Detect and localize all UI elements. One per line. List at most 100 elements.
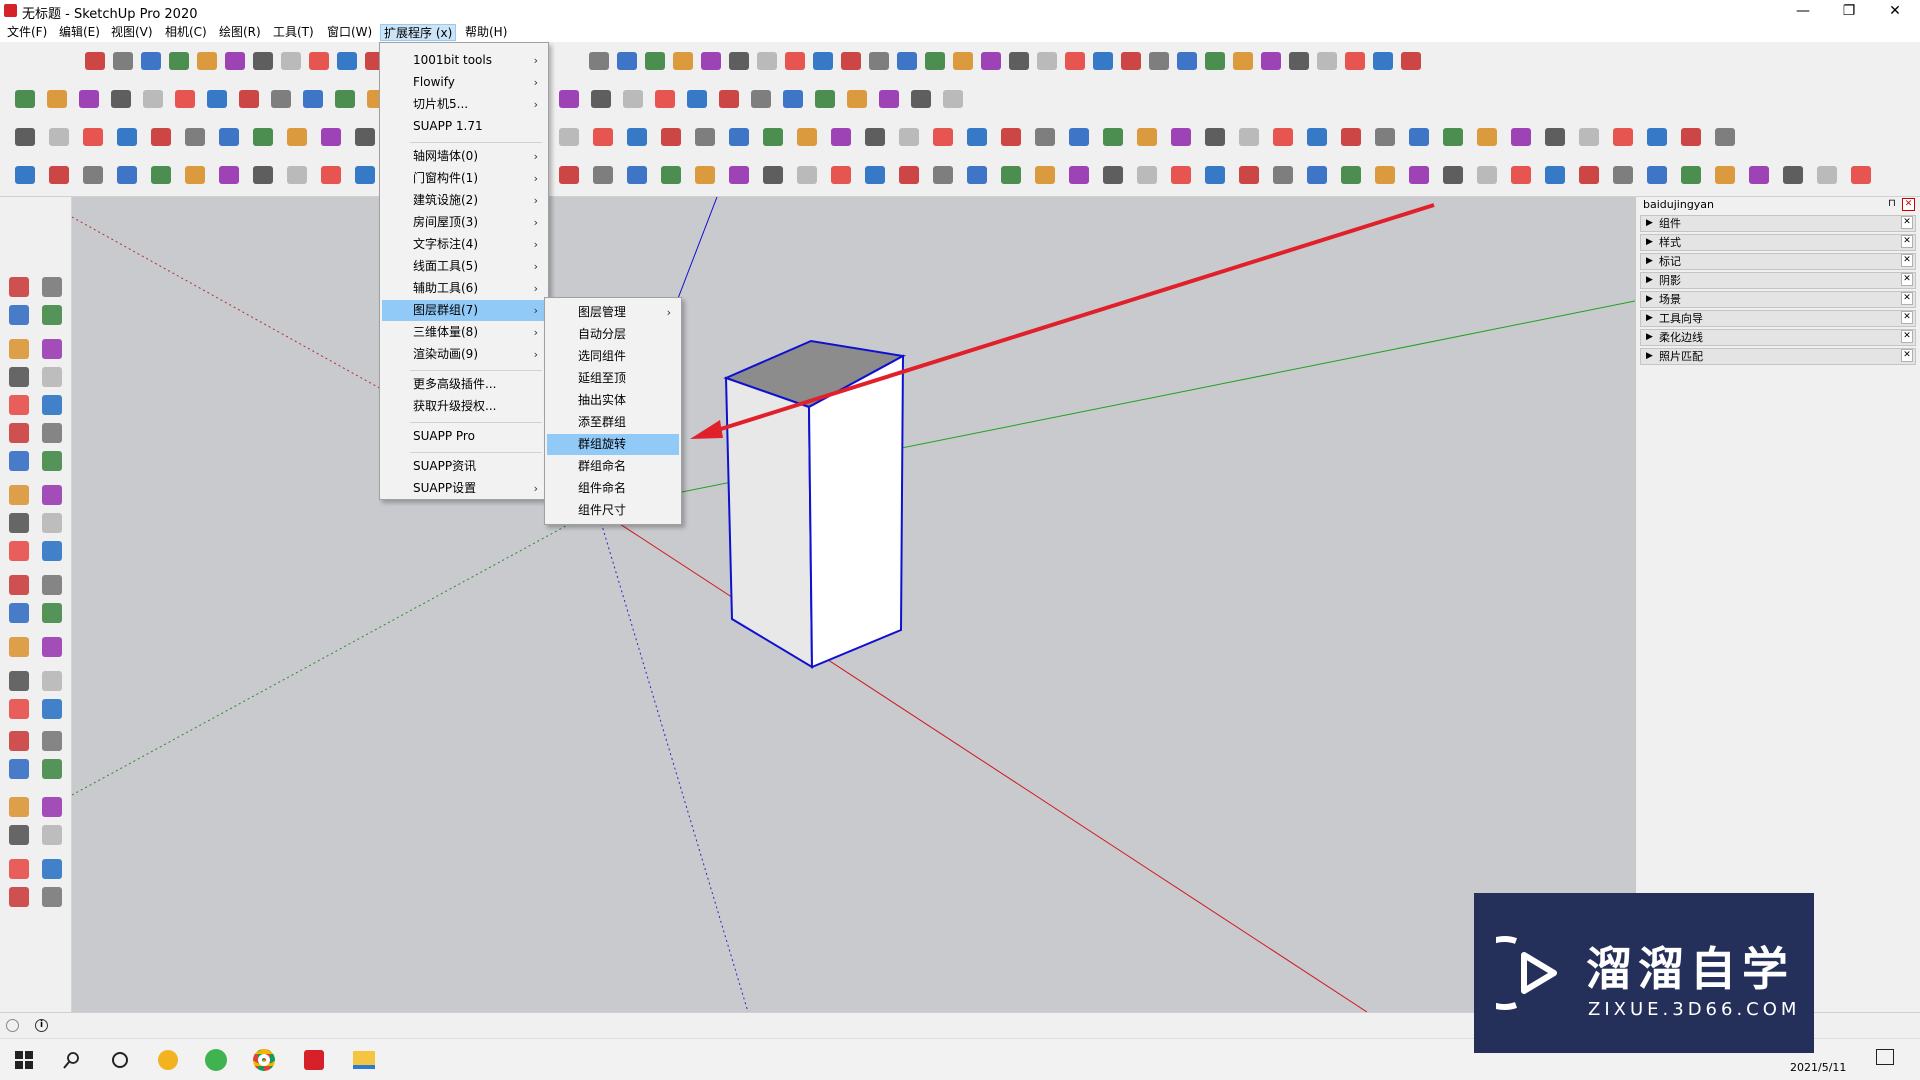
left-tool-icon[interactable] bbox=[38, 793, 66, 821]
menu-help[interactable]: 帮助(H) bbox=[462, 24, 510, 41]
toolbar-tool-icon[interactable] bbox=[110, 48, 136, 74]
toolbar-tool-icon[interactable] bbox=[332, 86, 358, 112]
left-tool-icon[interactable] bbox=[5, 301, 33, 329]
toolbar-tool-icon[interactable] bbox=[896, 162, 922, 188]
toolbar-tool-icon[interactable] bbox=[1066, 162, 1092, 188]
toolbar-tool-icon[interactable] bbox=[642, 48, 668, 74]
toolbar-tool-icon[interactable] bbox=[1202, 48, 1228, 74]
toolbar-tool-icon[interactable] bbox=[204, 86, 230, 112]
toolbar-tool-icon[interactable] bbox=[80, 162, 106, 188]
submenu-item-extend-group-top[interactable]: 延组至顶 bbox=[547, 368, 679, 389]
tray-panel-shadows[interactable]: ▶ 阴影 ✕ bbox=[1640, 272, 1916, 289]
toolbar-tool-icon[interactable] bbox=[182, 162, 208, 188]
toolbar-tool-icon[interactable] bbox=[80, 124, 106, 150]
left-tool-icon[interactable] bbox=[38, 695, 66, 723]
toolbar-tool-icon[interactable] bbox=[862, 162, 888, 188]
toolbar-tool-icon[interactable] bbox=[268, 86, 294, 112]
left-tool-icon[interactable] bbox=[5, 447, 33, 475]
toolbar-tool-icon[interactable] bbox=[588, 86, 614, 112]
toolbar-tool-icon[interactable] bbox=[930, 162, 956, 188]
menu-item-3d-volume[interactable]: 三维体量(8) › bbox=[382, 322, 546, 343]
toolbar-tool-icon[interactable] bbox=[922, 48, 948, 74]
toolbar-tool-icon[interactable] bbox=[1746, 162, 1772, 188]
left-tool-icon[interactable] bbox=[38, 447, 66, 475]
toolbar-tool-icon[interactable] bbox=[1066, 124, 1092, 150]
toolbar-tool-icon[interactable] bbox=[1100, 124, 1126, 150]
toolbar-tool-icon[interactable] bbox=[300, 86, 326, 112]
toolbar-tool-icon[interactable] bbox=[950, 48, 976, 74]
toolbar-tool-icon[interactable] bbox=[1372, 124, 1398, 150]
toolbar-tool-icon[interactable] bbox=[148, 162, 174, 188]
close-button[interactable]: ✕ bbox=[1872, 0, 1918, 22]
toolbar-tool-icon[interactable] bbox=[556, 162, 582, 188]
sketchup-taskbar-icon[interactable] bbox=[298, 1045, 330, 1075]
toolbar-tool-icon[interactable] bbox=[1230, 48, 1256, 74]
left-tool-icon[interactable] bbox=[5, 821, 33, 849]
notification-icon[interactable] bbox=[1876, 1049, 1894, 1065]
toolbar-tool-icon[interactable] bbox=[1406, 162, 1432, 188]
toolbar-tool-icon[interactable] bbox=[1032, 124, 1058, 150]
toolbar-tool-icon[interactable] bbox=[82, 48, 108, 74]
toolbar-tool-icon[interactable] bbox=[726, 48, 752, 74]
toolbar-tool-icon[interactable] bbox=[148, 124, 174, 150]
menu-item-upgrade-license[interactable]: 获取升级授权... bbox=[382, 396, 546, 417]
toolbar-tool-icon[interactable] bbox=[216, 124, 242, 150]
toolbar-tool-icon[interactable] bbox=[1406, 124, 1432, 150]
tray-panel-scenes[interactable]: ▶ 场景 ✕ bbox=[1640, 291, 1916, 308]
toolbar-tool-icon[interactable] bbox=[844, 86, 870, 112]
left-tool-icon[interactable] bbox=[5, 727, 33, 755]
toolbar-tool-icon[interactable] bbox=[1370, 48, 1396, 74]
toolbar-tool-icon[interactable] bbox=[1508, 124, 1534, 150]
toolbar-tool-icon[interactable] bbox=[216, 162, 242, 188]
toolbar-tool-icon[interactable] bbox=[652, 86, 678, 112]
left-tool-icon[interactable] bbox=[5, 391, 33, 419]
toolbar-tool-icon[interactable] bbox=[1062, 48, 1088, 74]
toolbar-tool-icon[interactable] bbox=[284, 162, 310, 188]
toolbar-tool-icon[interactable] bbox=[138, 48, 164, 74]
toolbar-tool-icon[interactable] bbox=[692, 162, 718, 188]
toolbar-tool-icon[interactable] bbox=[46, 124, 72, 150]
toolbar-tool-icon[interactable] bbox=[1678, 162, 1704, 188]
menu-extensions[interactable]: 扩展程序 (x) bbox=[380, 24, 457, 41]
submenu-item-group-name[interactable]: 群组命名 bbox=[547, 456, 679, 477]
toolbar-tool-icon[interactable] bbox=[782, 48, 808, 74]
toolbar-tool-icon[interactable] bbox=[334, 48, 360, 74]
toolbar-tool-icon[interactable] bbox=[978, 48, 1004, 74]
restore-button[interactable]: ❐ bbox=[1826, 0, 1872, 22]
toolbar-tool-icon[interactable] bbox=[838, 48, 864, 74]
left-tool-icon[interactable] bbox=[5, 509, 33, 537]
tray-pin-icon[interactable]: ⊓ bbox=[1888, 198, 1896, 209]
menu-item-room-roof[interactable]: 房间屋顶(3) › bbox=[382, 212, 546, 233]
toolbar-tool-icon[interactable] bbox=[1712, 162, 1738, 188]
panel-close-icon[interactable]: ✕ bbox=[1901, 311, 1913, 324]
tray-panel-match-photo[interactable]: ▶ 照片匹配 ✕ bbox=[1640, 348, 1916, 365]
left-tool-icon[interactable] bbox=[38, 821, 66, 849]
toolbar-tool-icon[interactable] bbox=[1610, 124, 1636, 150]
menu-item-line-face-tools[interactable]: 线面工具(5) › bbox=[382, 256, 546, 277]
panel-close-icon[interactable]: ✕ bbox=[1901, 235, 1913, 248]
toolbar-tool-icon[interactable] bbox=[1168, 162, 1194, 188]
tray-panel-styles[interactable]: ▶ 样式 ✕ bbox=[1640, 234, 1916, 251]
toolbar-tool-icon[interactable] bbox=[46, 162, 72, 188]
toolbar-tool-icon[interactable] bbox=[556, 124, 582, 150]
left-tool-icon[interactable] bbox=[5, 755, 33, 783]
toolbar-tool-icon[interactable] bbox=[236, 86, 262, 112]
toolbar-tool-icon[interactable] bbox=[12, 86, 38, 112]
left-tool-icon[interactable] bbox=[38, 509, 66, 537]
tray-panel-components[interactable]: ▶ 组件 ✕ bbox=[1640, 215, 1916, 232]
left-tool-icon[interactable] bbox=[5, 273, 33, 301]
menu-item-grid-wall[interactable]: 轴网墙体(0) › bbox=[382, 146, 546, 167]
menu-item-more-plugins[interactable]: 更多高级插件... bbox=[382, 374, 546, 395]
menu-item-suapp-news[interactable]: SUAPP资讯 bbox=[382, 456, 546, 477]
submenu-item-auto-layer[interactable]: 自动分层 bbox=[547, 324, 679, 345]
search-icon[interactable] bbox=[56, 1045, 88, 1075]
toolbar-tool-icon[interactable] bbox=[614, 48, 640, 74]
toolbar-tool-icon[interactable] bbox=[692, 124, 718, 150]
toolbar-tool-icon[interactable] bbox=[1342, 48, 1368, 74]
left-tool-icon[interactable] bbox=[38, 363, 66, 391]
left-tool-icon[interactable] bbox=[38, 883, 66, 911]
left-tool-icon[interactable] bbox=[5, 335, 33, 363]
left-tool-icon[interactable] bbox=[5, 599, 33, 627]
file-explorer-icon[interactable] bbox=[348, 1045, 380, 1075]
toolbar-tool-icon[interactable] bbox=[1236, 124, 1262, 150]
